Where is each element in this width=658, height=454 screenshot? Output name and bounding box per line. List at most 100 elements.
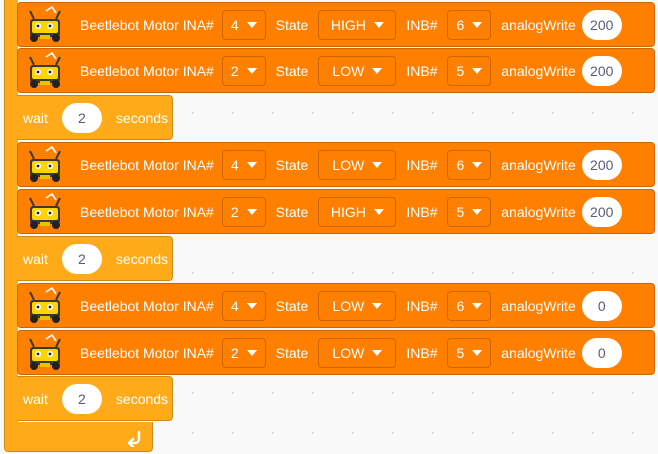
ina-value: 2 — [230, 344, 239, 361]
analogwrite-input[interactable]: 200 — [581, 196, 622, 227]
inb-dropdown[interactable]: 5 — [447, 196, 492, 227]
ina-value: 2 — [230, 62, 239, 79]
state-label: State — [275, 344, 309, 361]
dropdown-arrow-icon — [246, 349, 257, 356]
motor-label: Beetlebot Motor INA# — [80, 344, 214, 361]
ina-value: 4 — [230, 156, 239, 173]
ina-value: 4 — [230, 297, 239, 314]
inb-label: INB# — [406, 203, 438, 220]
inb-value: 6 — [456, 156, 465, 173]
beetlebot-icon — [29, 192, 61, 229]
analogwrite-label: analogWrite — [501, 297, 576, 314]
inb-dropdown[interactable]: 5 — [447, 55, 492, 86]
wait-block[interactable]: wait 2 seconds — [17, 95, 173, 140]
dropdown-arrow-icon — [372, 161, 383, 168]
state-dropdown[interactable]: LOW — [318, 337, 397, 368]
beetlebot-icon — [29, 333, 61, 370]
loop-arrow-icon — [127, 430, 141, 447]
forever-loop-footer[interactable] — [4, 422, 153, 452]
ina-dropdown[interactable]: 2 — [221, 337, 266, 368]
dropdown-arrow-icon — [472, 21, 483, 28]
motor-label: Beetlebot Motor INA# — [80, 203, 214, 220]
motor-label: Beetlebot Motor INA# — [80, 16, 214, 33]
wait-block[interactable]: wait 2 seconds — [17, 236, 173, 281]
seconds-label: seconds — [115, 390, 169, 407]
dropdown-arrow-icon — [373, 208, 384, 215]
motor-label: Beetlebot Motor INA# — [80, 297, 214, 314]
state-label: State — [275, 297, 309, 314]
wait-block[interactable]: wait 2 seconds — [17, 376, 173, 421]
dropdown-arrow-icon — [472, 349, 483, 356]
wait-seconds-input[interactable]: 2 — [61, 383, 102, 414]
motor-label: Beetlebot Motor INA# — [80, 156, 214, 173]
analogwrite-input[interactable]: 0 — [581, 337, 622, 368]
wait-seconds-input[interactable]: 2 — [61, 102, 102, 133]
state-label: State — [275, 203, 309, 220]
code-canvas[interactable]: Beetlebot Motor INA# 4 State HIGH INB# 6 analo… — [0, 0, 658, 454]
ina-dropdown[interactable]: 2 — [221, 55, 266, 86]
dropdown-arrow-icon — [472, 67, 483, 74]
state-value: HIGH — [330, 16, 366, 33]
analogwrite-input[interactable]: 0 — [581, 290, 622, 321]
state-dropdown[interactable]: HIGH — [318, 9, 397, 40]
state-dropdown[interactable]: HIGH — [318, 196, 397, 227]
state-dropdown[interactable]: LOW — [318, 55, 397, 86]
ina-dropdown[interactable]: 2 — [221, 196, 266, 227]
inb-value: 5 — [456, 344, 465, 361]
beetlebot-motor-block[interactable]: Beetlebot Motor INA# 4 State HIGH INB# 6 analo… — [17, 2, 655, 47]
state-label: State — [275, 16, 309, 33]
seconds-label: seconds — [115, 109, 169, 126]
inb-label: INB# — [406, 16, 438, 33]
beetlebot-icon — [29, 286, 61, 323]
dropdown-arrow-icon — [246, 302, 257, 309]
analogwrite-label: analogWrite — [501, 16, 576, 33]
analogwrite-input[interactable]: 200 — [581, 9, 622, 40]
wait-seconds-input[interactable]: 2 — [61, 243, 102, 274]
inb-label: INB# — [406, 297, 438, 314]
forever-loop-arm[interactable] — [4, 0, 18, 436]
state-dropdown[interactable]: LOW — [318, 290, 397, 321]
state-dropdown[interactable]: LOW — [318, 149, 397, 180]
beetlebot-motor-block[interactable]: Beetlebot Motor INA# 2 State LOW INB# 5 analog… — [17, 330, 655, 375]
beetlebot-icon — [29, 5, 61, 42]
beetlebot-motor-block[interactable]: Beetlebot Motor INA# 4 State LOW INB# 6 analog… — [17, 142, 655, 187]
analogwrite-label: analogWrite — [501, 344, 576, 361]
inb-dropdown[interactable]: 5 — [447, 337, 492, 368]
dropdown-arrow-icon — [472, 208, 483, 215]
beetlebot-motor-block[interactable]: Beetlebot Motor INA# 2 State HIGH INB# 5 analo… — [17, 189, 655, 234]
state-value: LOW — [332, 62, 365, 79]
motor-label: Beetlebot Motor INA# — [80, 62, 214, 79]
beetlebot-motor-block[interactable]: Beetlebot Motor INA# 4 State LOW INB# 6 analog… — [17, 283, 655, 328]
state-label: State — [275, 156, 309, 173]
wait-label: wait — [23, 390, 48, 407]
state-value: LOW — [332, 297, 365, 314]
analogwrite-label: analogWrite — [501, 156, 576, 173]
dropdown-arrow-icon — [372, 302, 383, 309]
inb-value: 6 — [456, 297, 465, 314]
ina-dropdown[interactable]: 4 — [221, 290, 266, 321]
wait-label: wait — [23, 109, 48, 126]
inb-label: INB# — [406, 344, 438, 361]
inb-dropdown[interactable]: 6 — [447, 290, 492, 321]
inb-dropdown[interactable]: 6 — [447, 9, 492, 40]
wait-label: wait — [23, 250, 48, 267]
ina-value: 2 — [230, 203, 239, 220]
state-value: LOW — [332, 156, 365, 173]
analogwrite-input[interactable]: 200 — [581, 55, 622, 86]
inb-dropdown[interactable]: 6 — [447, 149, 492, 180]
state-label: State — [275, 62, 309, 79]
analogwrite-label: analogWrite — [501, 62, 576, 79]
analogwrite-label: analogWrite — [501, 203, 576, 220]
analogwrite-input[interactable]: 200 — [581, 149, 622, 180]
dropdown-arrow-icon — [372, 67, 383, 74]
dropdown-arrow-icon — [372, 349, 383, 356]
dropdown-arrow-icon — [246, 67, 257, 74]
dropdown-arrow-icon — [472, 302, 483, 309]
ina-dropdown[interactable]: 4 — [221, 149, 266, 180]
inb-label: INB# — [406, 156, 438, 173]
state-value: HIGH — [330, 203, 366, 220]
ina-dropdown[interactable]: 4 — [221, 9, 266, 40]
ina-value: 4 — [230, 16, 239, 33]
inb-value: 5 — [456, 203, 465, 220]
beetlebot-motor-block[interactable]: Beetlebot Motor INA# 2 State LOW INB# 5 analog… — [17, 48, 655, 93]
